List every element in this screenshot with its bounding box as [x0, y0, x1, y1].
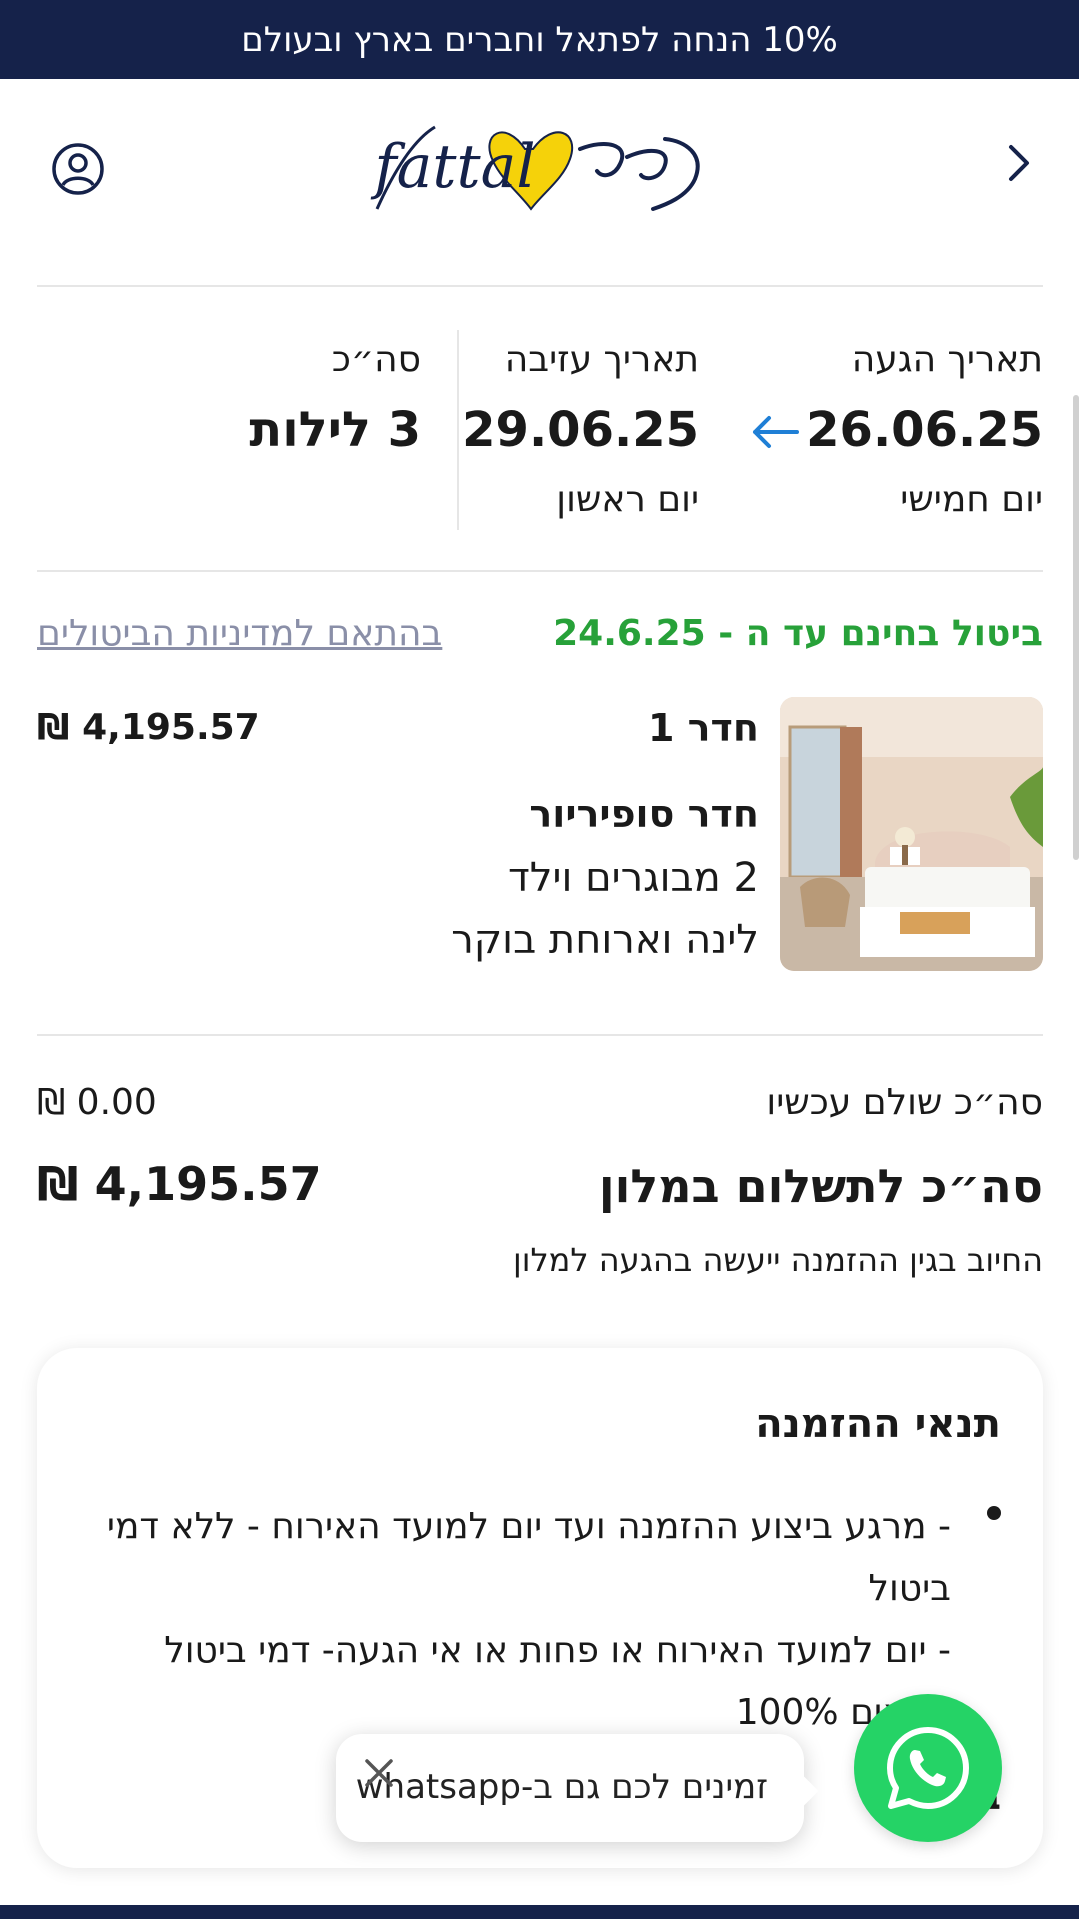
footer-strip [0, 1905, 1079, 1919]
room-board: לינה וארוחת בוקר [451, 917, 759, 963]
free-cancellation-text: ביטול בחינם עד ה - 24.6.25 [553, 613, 1043, 654]
terms-line-2: - יום למועד האירוח או פחות או אי הגעה- ד… [164, 1630, 951, 1733]
whatsapp-bubble-text: זמינים לכם גם ב-whatsapp [355, 1767, 768, 1807]
nights-label: סה״כ [331, 339, 421, 380]
departure-date: 29.06.25 [462, 402, 699, 458]
chevron-right-icon[interactable] [997, 141, 1041, 185]
pay-at-hotel-value: ₪ 4,195.57 [37, 1157, 322, 1211]
departure-day: יום ראשון [556, 479, 699, 520]
whatsapp-icon[interactable] [854, 1694, 1002, 1842]
site-header: fattal [0, 79, 1079, 285]
terms-list-item: - מרגע ביצוע ההזמנה ועד יום למועד האירוח… [101, 1496, 951, 1744]
user-circle-icon[interactable] [50, 141, 106, 197]
arrival-day: יום חמישי [900, 479, 1043, 520]
pay-at-hotel-note: החיוב בגין ההזמנה ייעשה בהגעה למלון [513, 1241, 1043, 1279]
bullet-icon [981, 1498, 1001, 1520]
scrollbar[interactable] [1073, 395, 1079, 860]
svg-text:fattal: fattal [370, 132, 535, 202]
stay-dates: תאריך הגעה 26.06.25 יום חמישי תאריך עזיב… [37, 330, 1043, 530]
nights-value: 3 לילות [249, 402, 421, 458]
room-guests: 2 מבוגרים וילד [507, 855, 759, 901]
room-type: חדר סופיריור [529, 792, 759, 836]
paid-now-value: ₪ 0.00 [37, 1082, 157, 1123]
fattal-logo[interactable]: fattal [365, 109, 715, 219]
divider [457, 330, 459, 530]
room-title: חדר 1 [647, 706, 759, 750]
divider [37, 1034, 1043, 1036]
departure-label: תאריך עזיבה [504, 339, 699, 380]
arrival-date-block: תאריך הגעה 26.06.25 יום חמישי [806, 330, 1043, 530]
nights-total-block: סה״כ 3 לילות [249, 330, 421, 470]
whatsapp-bubble[interactable]: זמינים לכם גם ב-whatsapp [336, 1734, 819, 1842]
room-photo [780, 697, 1043, 971]
departure-date-block: תאריך עזיבה 29.06.25 יום ראשון [462, 330, 699, 530]
divider [37, 285, 1043, 287]
pay-at-hotel-label: סה״כ לתשלום במלון [598, 1159, 1043, 1213]
divider [37, 570, 1043, 572]
terms-title: תנאי ההזמנה [755, 1401, 1001, 1447]
terms-line-1: - מרגע ביצוע ההזמנה ועד יום למועד האירוח… [106, 1506, 951, 1609]
cancellation-policy-link[interactable]: בהתאם למדיניות הביטולים [37, 608, 442, 660]
arrival-date: 26.06.25 [806, 402, 1043, 458]
promo-text: 10% הנחה לפתאל וחברים בארץ ובעולם [241, 19, 838, 60]
room-price: ₪ 4,195.57 [37, 707, 260, 748]
promo-banner: 10% הנחה לפתאל וחברים בארץ ובעולם [0, 0, 1079, 79]
close-icon[interactable] [362, 1756, 396, 1790]
arrow-left-icon [749, 412, 801, 452]
paid-now-label: סה״כ שולם עכשיו [766, 1082, 1043, 1123]
arrival-label: תאריך הגעה [851, 339, 1043, 380]
